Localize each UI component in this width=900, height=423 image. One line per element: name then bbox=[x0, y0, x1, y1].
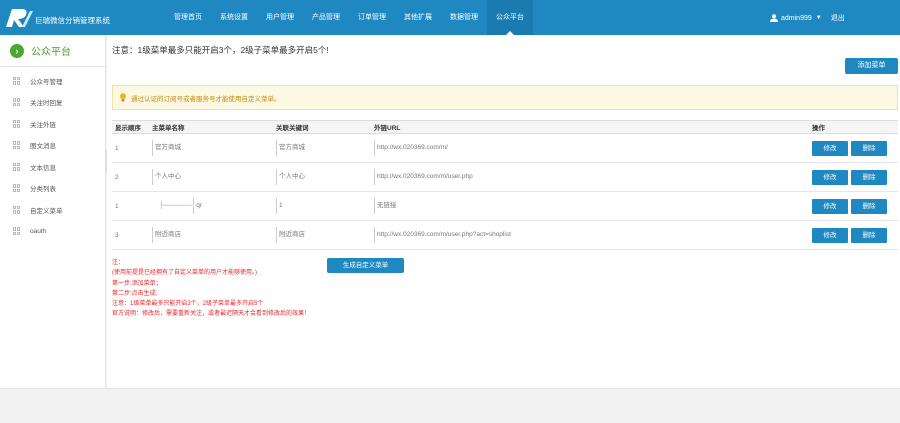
footer bbox=[0, 388, 900, 423]
sidebar-item-custom-menu[interactable]: 自定义菜单 bbox=[0, 199, 105, 221]
instructions-notes: 注： (使用前提是已经拥有了自定义菜单的用户才能够使用。) 第一步:添加菜单； … bbox=[112, 258, 310, 320]
grid-icon bbox=[13, 162, 21, 171]
sidebar-item-label: oauth bbox=[30, 227, 47, 235]
nav-item-orders[interactable]: 订单管理 bbox=[349, 0, 395, 35]
grid-icon bbox=[13, 119, 21, 128]
add-menu-button[interactable]: 添加菜单 bbox=[845, 58, 898, 74]
generate-menu-button[interactable]: 生成自定义菜单 bbox=[327, 258, 404, 273]
table-header-row: 显示顺序 主菜单名称 关联关键词 外链URL 操作 bbox=[112, 120, 898, 134]
note-line: 官方说明：修改后，需要重新关注，或者最迟隔天才会看到修改后的效果！ bbox=[112, 311, 311, 318]
edit-button[interactable]: 修改 bbox=[812, 140, 848, 156]
main-content: 注意：1级菜单最多只能开启3个，2级子菜单最多开启5个! 添加菜单 通过认证的订… bbox=[107, 35, 900, 388]
edit-button[interactable]: 修改 bbox=[812, 198, 848, 214]
header-name: 主菜单名称 bbox=[149, 120, 273, 134]
row-order: 1 bbox=[112, 133, 149, 163]
row-order: 1 bbox=[112, 191, 149, 221]
sidebar-item-label: 关注时回复 bbox=[30, 100, 63, 108]
grid-icon bbox=[13, 205, 21, 214]
sidebar-header: › 公众平台 bbox=[0, 35, 105, 67]
note-line: 注： bbox=[112, 260, 125, 266]
sidebar-item-follow-link[interactable]: 关注外链 bbox=[0, 113, 105, 135]
warning-banner: 通过认证的订阅号或者服务号才能使用自定义菜单。 bbox=[112, 85, 898, 110]
row-order: 2 bbox=[112, 162, 149, 192]
sidebar-item-categories[interactable]: 分类列表 bbox=[0, 178, 105, 200]
chevron-right-icon: › bbox=[10, 43, 24, 58]
note-line: 第一步:添加菜单； bbox=[112, 280, 162, 287]
nav-item-settings[interactable]: 系统设置 bbox=[211, 0, 257, 35]
tree-connector-icon: ├────── bbox=[152, 202, 194, 209]
row-keyword-input[interactable]: 1 bbox=[276, 198, 283, 214]
header-actions: 操作 bbox=[809, 120, 898, 134]
row-name-input[interactable]: 官方商城 bbox=[152, 140, 181, 156]
header-url: 外链URL bbox=[371, 120, 809, 134]
main-nav: 管理首页 系统设置 用户管理 产品管理 订单管理 其他扩展 数据管理 公众平台 bbox=[165, 0, 533, 35]
sidebar-title: 公众平台 bbox=[31, 47, 71, 58]
grid-icon bbox=[13, 184, 21, 193]
sidebar-item-label: 分类列表 bbox=[30, 186, 56, 194]
sidebar-item-label: 公众号管理 bbox=[30, 78, 63, 86]
note-line: 注意：1级菜单最多只能开启3个，2级子菜单最多开启5个 bbox=[112, 301, 264, 308]
chevron-down-icon: ▼ bbox=[815, 15, 822, 21]
nav-item-home[interactable]: 管理首页 bbox=[165, 0, 211, 35]
delete-button[interactable]: 删除 bbox=[851, 227, 887, 243]
note-line: 第二步:点击生成; bbox=[112, 290, 158, 297]
menu-table: 显示顺序 主菜单名称 关联关键词 外链URL 操作 1 官方商城 官方商城 ht… bbox=[112, 120, 898, 250]
row-url-input[interactable]: http://wx.020369.com/m/ bbox=[374, 140, 448, 156]
table-row: 3 附近商店 附近商店 http://wx.020369.com/m/user.… bbox=[112, 220, 898, 250]
note-line: (使用前提是已经拥有了自定义菜单的用户才能够使用。) bbox=[112, 270, 257, 277]
lightbulb-icon bbox=[120, 93, 126, 102]
delete-button[interactable]: 删除 bbox=[851, 198, 887, 214]
sidebar-item-label: 图文消息 bbox=[30, 143, 56, 151]
header-keyword: 关联关键词 bbox=[273, 120, 371, 134]
header-order: 显示顺序 bbox=[112, 120, 149, 134]
sidebar-item-accounts[interactable]: 公众号管理 bbox=[0, 70, 105, 92]
row-keyword-input[interactable]: 官方商城 bbox=[276, 140, 305, 156]
table-row: 1 ├────── qr 1 无链接 修改 删除 bbox=[112, 191, 898, 221]
sidebar-item-label: 文本信息 bbox=[30, 164, 56, 172]
grid-icon bbox=[13, 227, 21, 236]
row-name-input[interactable]: 附近商店 bbox=[152, 227, 181, 243]
row-url-input[interactable]: 无链接 bbox=[374, 198, 397, 214]
user-menu[interactable]: admin999 ▼ 退出 bbox=[770, 13, 845, 23]
sidebar-item-follow-reply[interactable]: 关注时回复 bbox=[0, 92, 105, 114]
row-keyword-input[interactable]: 附近商店 bbox=[276, 227, 305, 243]
top-bar: 巨瑞微信分销管理系统 管理首页 系统设置 用户管理 产品管理 订单管理 其他扩展… bbox=[0, 0, 900, 35]
menu-limit-notice: 注意：1级菜单最多只能开启3个，2级子菜单最多开启5个! bbox=[112, 45, 329, 55]
delete-button[interactable]: 删除 bbox=[851, 169, 887, 185]
sidebar-item-news[interactable]: 图文消息 bbox=[0, 135, 105, 157]
sidebar-item-oauth[interactable]: oauth bbox=[0, 221, 105, 243]
sidebar: › 公众平台 公众号管理 关注时回复 关注外链 图文消息 文本信息 分类列表 自… bbox=[0, 35, 106, 388]
nav-item-products[interactable]: 产品管理 bbox=[303, 0, 349, 35]
row-keyword-input[interactable]: 个人中心 bbox=[276, 169, 305, 185]
row-order: 3 bbox=[112, 220, 149, 250]
sidebar-item-label: 自定义菜单 bbox=[30, 207, 63, 215]
grid-icon bbox=[13, 98, 21, 107]
grid-icon bbox=[13, 76, 21, 85]
table-row: 2 个人中心 个人中心 http://wx.020369.com/m/user.… bbox=[112, 162, 898, 192]
brand-name: 巨瑞微信分销管理系统 bbox=[35, 16, 110, 25]
logout-link[interactable]: 退出 bbox=[831, 13, 845, 23]
nav-item-public-platform[interactable]: 公众平台 bbox=[487, 0, 533, 35]
edit-button[interactable]: 修改 bbox=[812, 227, 848, 243]
username: admin999 bbox=[781, 14, 812, 22]
sidebar-item-label: 关注外链 bbox=[30, 121, 56, 129]
row-name-input[interactable]: 个人中心 bbox=[152, 169, 181, 185]
row-url-input[interactable]: http://wx.020369.com/m/user.php bbox=[374, 169, 473, 185]
grid-icon bbox=[13, 141, 21, 150]
sidebar-item-text[interactable]: 文本信息 bbox=[0, 156, 105, 178]
row-url-input[interactable]: http://wx.020369.com/m/user.php?act=shop… bbox=[374, 227, 511, 243]
nav-item-data[interactable]: 数据管理 bbox=[441, 0, 487, 35]
nav-item-users[interactable]: 用户管理 bbox=[257, 0, 303, 35]
user-icon bbox=[770, 14, 778, 22]
table-row: 1 官方商城 官方商城 http://wx.020369.com/m/ 修改 删除 bbox=[112, 133, 898, 163]
delete-button[interactable]: 删除 bbox=[851, 140, 887, 156]
nav-item-extensions[interactable]: 其他扩展 bbox=[395, 0, 441, 35]
logo-icon bbox=[6, 9, 33, 27]
row-name-input[interactable]: qr bbox=[193, 198, 202, 214]
warning-text: 通过认证的订阅号或者服务号才能使用自定义菜单。 bbox=[131, 95, 281, 103]
edit-button[interactable]: 修改 bbox=[812, 169, 848, 185]
